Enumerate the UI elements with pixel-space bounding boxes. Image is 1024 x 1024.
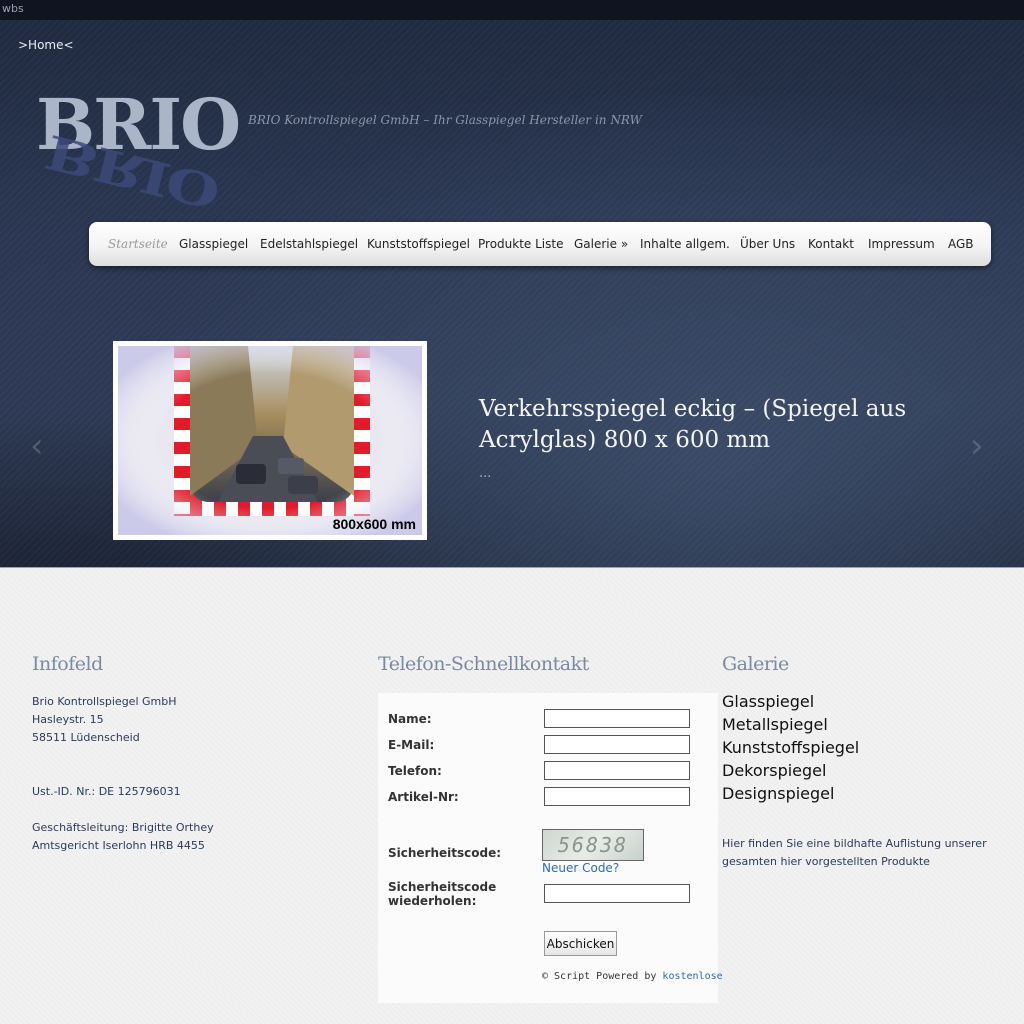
nav-item-startseite[interactable]: Startseite xyxy=(108,237,168,251)
slide-more: ... xyxy=(479,466,492,481)
infofeld-text: Brio Kontrollspiegel GmbH Hasleystr. 15 … xyxy=(32,693,214,855)
nav-item-glasspiegel[interactable]: Glasspiegel xyxy=(179,237,248,251)
new-code-link[interactable]: Neuer Code? xyxy=(542,861,619,875)
security-repeat-label: Sicherheitscode wiederholen: xyxy=(388,880,496,908)
home-link[interactable]: >Home< xyxy=(18,38,74,52)
nav-item-ueber-uns[interactable]: Über Uns xyxy=(740,237,795,251)
nav-item-agb[interactable]: AGB xyxy=(948,237,974,251)
slide-title[interactable]: Verkehrsspiegel eckig – (Spiegel aus Acr… xyxy=(479,394,919,456)
galerie-link-designspiegel[interactable]: Designspiegel xyxy=(722,784,834,803)
security-repeat-label-line1: Sicherheitscode xyxy=(388,880,497,894)
site-tagline: BRIO Kontrollspiegel GmbH – Ihr Glasspie… xyxy=(248,113,642,127)
nav-item-galerie[interactable]: Galerie » xyxy=(574,237,628,251)
info-line: Geschäftsleitung: Brigitte Orthey xyxy=(32,821,214,834)
traffic-mirror-image: 800x600 mm xyxy=(118,346,422,535)
submit-button[interactable]: Abschicken xyxy=(544,931,617,956)
nav-item-kunststoffspiegel[interactable]: Kunststoffspiegel xyxy=(367,237,470,251)
top-bar: wbs xyxy=(0,0,1024,20)
powered-by-link[interactable]: kostenlose xyxy=(662,971,722,982)
security-code-label: Sicherheitscode: xyxy=(388,846,502,860)
galerie-link-glasspiegel[interactable]: Glasspiegel xyxy=(722,692,814,711)
contact-form: Name: E-Mail: Telefon: Artikel-Nr: Siche… xyxy=(378,693,723,1003)
info-line xyxy=(32,747,214,765)
article-label: Artikel-Nr: xyxy=(388,790,459,804)
nav-item-edelstahlspiegel[interactable]: Edelstahlspiegel xyxy=(260,237,358,251)
security-repeat-label-line2: wiederholen: xyxy=(388,894,477,908)
phone-field[interactable] xyxy=(544,761,690,780)
info-line: 58511 Lüdenscheid xyxy=(32,731,140,744)
infofeld-title: Infofeld xyxy=(32,653,103,675)
galerie-link-kunststoffspiegel[interactable]: Kunststoffspiegel xyxy=(722,738,859,757)
nav-item-impressum[interactable]: Impressum xyxy=(868,237,935,251)
nav-item-produkte-liste[interactable]: Produkte Liste xyxy=(478,237,563,251)
galerie-title: Galerie xyxy=(722,653,789,675)
info-line: Brio Kontrollspiegel GmbH xyxy=(32,695,177,708)
article-field[interactable] xyxy=(544,787,690,806)
info-line: Amtsgericht Iserlohn HRB 4455 xyxy=(32,839,205,852)
name-field[interactable] xyxy=(544,709,690,728)
contact-title: Telefon-Schnellkontakt xyxy=(378,653,589,675)
name-label: Name: xyxy=(388,712,432,726)
galerie-description: Hier finden Sie eine bildhafte Auflistun… xyxy=(722,837,987,868)
galerie-link-dekorspiegel[interactable]: Dekorspiegel xyxy=(722,761,826,780)
slide-product-image[interactable]: 800x600 mm xyxy=(113,341,427,540)
brio-logo[interactable]: BRIO BRIO xyxy=(36,90,241,230)
chevron-right-icon[interactable]: › xyxy=(970,426,984,466)
powered-by-text: © Script Powered by xyxy=(542,971,657,982)
email-field[interactable] xyxy=(544,735,690,754)
email-label: E-Mail: xyxy=(388,738,435,752)
header: >Home< BRIO BRIO BRIO Kontrollspiegel Gm… xyxy=(0,20,1024,568)
top-bar-text: wbs xyxy=(2,2,24,15)
nav-item-kontakt[interactable]: Kontakt xyxy=(808,237,854,251)
captcha-image: 56838 xyxy=(542,829,644,861)
info-line xyxy=(32,765,214,783)
nav-item-inhalte-allgem[interactable]: Inhalte allgem. xyxy=(640,237,730,251)
security-repeat-field[interactable] xyxy=(544,884,690,903)
galerie-link-metallspiegel[interactable]: Metallspiegel xyxy=(722,715,828,734)
info-line xyxy=(32,801,214,819)
main-navigation: Startseite Glasspiegel Edelstahlspiegel … xyxy=(89,222,991,266)
powered-by: © Script Powered by kostenlose xyxy=(542,971,723,982)
phone-label: Telefon: xyxy=(388,764,442,778)
image-caption: 800x600 mm xyxy=(333,516,416,532)
info-line: Hasleystr. 15 xyxy=(32,713,104,726)
chevron-left-icon[interactable]: ‹ xyxy=(30,426,44,466)
info-line: Ust.-ID. Nr.: DE 125796031 xyxy=(32,785,181,798)
